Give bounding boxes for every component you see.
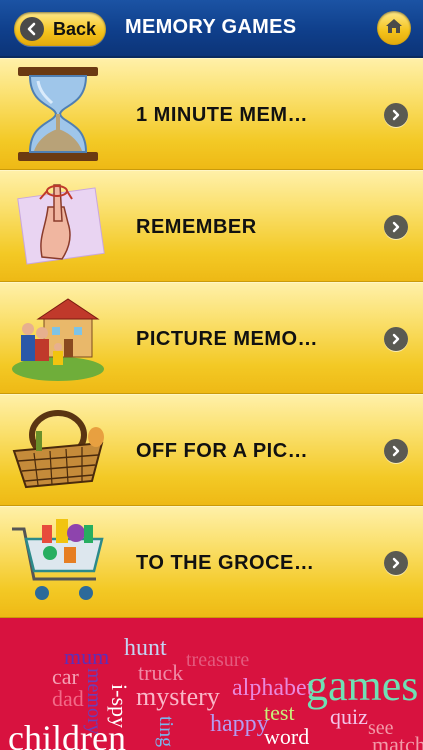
word-treasure: treasure (186, 649, 250, 671)
word-games: games (306, 661, 419, 710)
list-item-1-minute-memory[interactable]: 1 MINUTE MEM… (0, 58, 423, 170)
home-icon (384, 16, 404, 41)
word-dad: dad (52, 686, 84, 711)
word-car: car (52, 664, 79, 689)
back-button[interactable]: Back (14, 12, 106, 46)
chevron-right-icon (384, 215, 408, 239)
chevron-right-icon (384, 327, 408, 351)
chevron-right-icon (384, 551, 408, 575)
shopping-cart-icon (8, 513, 108, 611)
word-mystery: mystery (136, 682, 220, 711)
hourglass-icon (8, 65, 108, 163)
list-item-label: TO THE GROCE… (136, 552, 315, 574)
word-hunt: hunt (124, 635, 167, 661)
dont-forget-icon (8, 177, 108, 275)
word-match: match (372, 732, 423, 750)
chevron-right-icon (384, 103, 408, 127)
back-button-label: Back (53, 18, 97, 39)
game-list: 1 MINUTE MEM… REMEMBER PICTURE MEMO… OFF… (0, 58, 423, 618)
page-title: MEMORY GAMES (125, 16, 297, 38)
word-children: children (8, 718, 126, 750)
nav-bar: Back MEMORY GAMES (0, 0, 423, 58)
word-alphabet: alphabet (232, 675, 314, 701)
list-item-picture-memory[interactable]: PICTURE MEMO… (0, 282, 423, 394)
list-item-label: PICTURE MEMO… (136, 328, 319, 350)
list-item-to-the-grocery[interactable]: TO THE GROCE… (0, 506, 423, 618)
back-arrow-icon (20, 17, 44, 41)
app-screen: Back MEMORY GAMES 1 MINUTE MEM… REMEMBER… (0, 0, 423, 750)
list-item-label: 1 MINUTE MEM… (136, 104, 309, 126)
family-house-icon (8, 289, 108, 387)
list-item-label: REMEMBER (136, 216, 257, 238)
list-item-remember[interactable]: REMEMBER (0, 170, 423, 282)
chevron-right-icon (384, 439, 408, 463)
word-word: word (264, 724, 310, 749)
word-happy: happy (210, 711, 269, 737)
list-item-off-for-a-picnic[interactable]: OFF FOR A PIC… (0, 394, 423, 506)
word-truck: truck (138, 660, 184, 685)
home-button[interactable] (377, 11, 411, 45)
list-item-label: OFF FOR A PIC… (136, 440, 309, 462)
word-quiz: quiz (330, 704, 368, 729)
word-ting: ting (155, 716, 177, 748)
word-cloud-banner: hunt mum truck treasure car memory alpha… (0, 620, 423, 750)
picnic-basket-icon (8, 401, 108, 499)
